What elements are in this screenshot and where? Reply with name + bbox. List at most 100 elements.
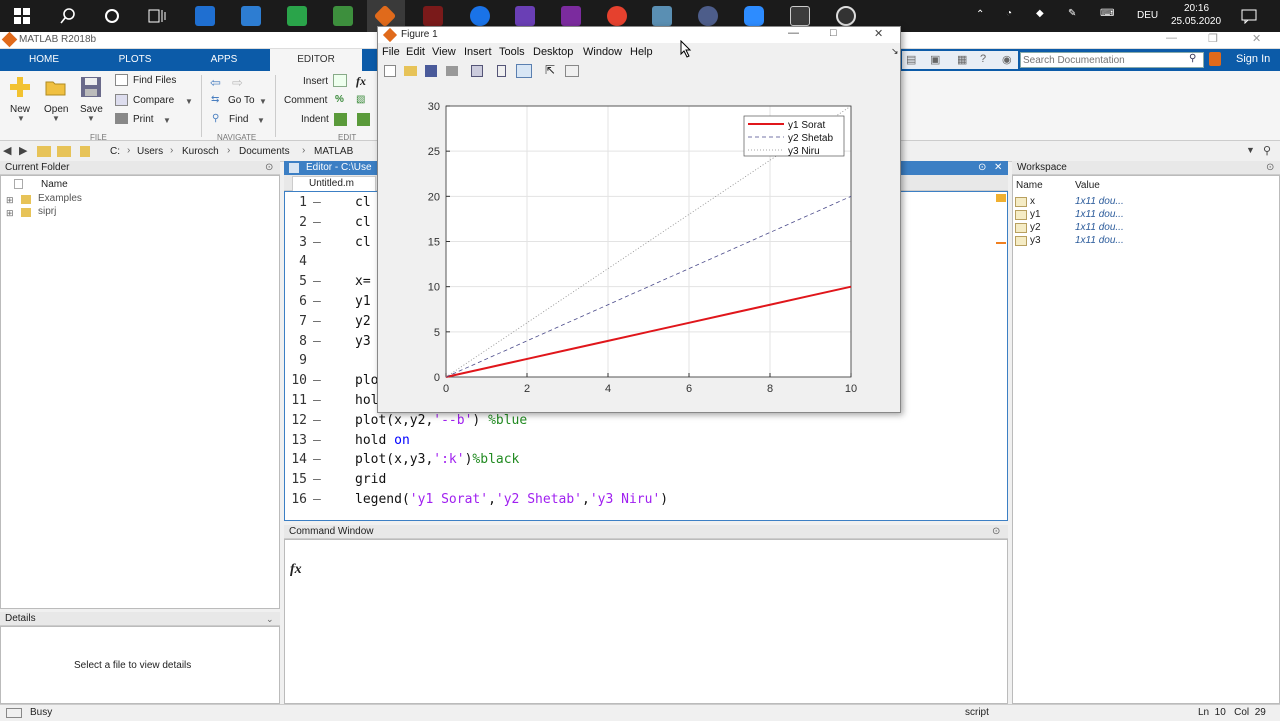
chrome-icon[interactable] [607,6,627,26]
chevron-down-icon[interactable]: ▼ [87,114,95,123]
workspace-var-name[interactable]: y3 [1030,235,1041,246]
address-segment-documents[interactable]: Documents [239,146,290,157]
open-folder-icon[interactable] [45,78,67,96]
help-icon[interactable]: ? [980,53,986,65]
onenote-icon[interactable] [561,6,581,26]
line-chart[interactable]: 0246810051015202530y1 Soraty2 Shetaby3 N… [378,85,900,412]
breakpoint-gutter[interactable]: — [313,334,323,349]
figure-menu-help[interactable]: Help [630,46,653,58]
link-plot-icon[interactable] [471,65,483,77]
code-line[interactable]: legend('y1 Sorat','y2 Shetab','y3 Niru') [355,492,668,507]
matlab-figure-icon[interactable] [423,6,443,26]
find-button[interactable]: Find [229,114,248,125]
chevron-up-icon[interactable]: ⌃ [976,9,984,20]
save-figure-icon[interactable] [425,65,437,77]
code-line[interactable]: y2 [355,314,371,329]
keyboard-icon[interactable]: ⌨ [1100,8,1114,19]
chevron-down-icon[interactable]: ▼ [163,116,171,125]
legend-toggle-icon[interactable] [516,64,532,78]
chevron-down-icon[interactable]: ▼ [185,97,193,106]
breakpoint-gutter[interactable]: — [313,195,323,210]
figure-menu-window[interactable]: Window [583,46,622,58]
code-line[interactable]: cl [355,215,371,230]
search-documentation-box[interactable]: ⚲ [1020,52,1204,68]
visual-studio-icon[interactable] [515,6,535,26]
editor-tab-untitled[interactable]: Untitled.m [292,176,376,191]
maximize-icon[interactable]: □ [830,27,837,39]
minimize-icon[interactable]: — [788,27,799,39]
colorbar-icon[interactable] [497,65,506,77]
address-segment-users[interactable]: Users [137,146,163,157]
compare-button[interactable]: Compare [133,95,174,106]
panel-menu-icon[interactable]: ⊙ [992,525,1000,539]
workspace-var-value[interactable]: 1x11 dou... [1075,235,1124,246]
edit-plot-cursor-icon[interactable]: ⇱ [545,63,555,77]
chevron-down-icon[interactable]: ▼ [17,114,25,123]
forward-arrow-icon[interactable]: ⇨ [232,75,243,91]
dock-figure-icon[interactable]: ↘ [891,46,899,57]
search-documentation-input[interactable] [1023,53,1183,67]
zoom-icon[interactable] [744,6,764,26]
windows-start-icon[interactable] [14,8,30,24]
expand-icon[interactable]: ⊞ [6,195,14,206]
indent-button[interactable]: Indent [301,114,329,125]
search-icon[interactable] [60,8,76,24]
new-figure-icon[interactable] [384,65,396,77]
fx-button[interactable]: fx [356,74,366,89]
expand-icon[interactable]: ⊞ [6,208,14,219]
save-disk-icon[interactable] [80,76,102,98]
search-icon[interactable]: ⚲ [1263,144,1271,157]
insert-button[interactable]: Insert [303,76,328,87]
warning-marker[interactable] [996,242,1006,244]
print-figure-icon[interactable] [446,66,458,76]
workspace-var-value[interactable]: 1x11 dou... [1075,209,1124,220]
up-folder-icon[interactable] [37,146,51,157]
figure-menu-tools[interactable]: Tools [499,46,525,58]
breakpoint-gutter[interactable]: — [313,492,323,507]
community-icon[interactable]: ◉ [1002,53,1012,66]
clock-date[interactable]: 25.05.2020 [1171,16,1221,27]
document-app-icon[interactable] [333,6,353,26]
spreadsheet-app-icon[interactable] [287,6,307,26]
minimize-icon[interactable]: — [1166,32,1177,44]
code-line[interactable]: plot(x,y3,':k')%black [355,452,519,467]
clock-time[interactable]: 20:16 [1184,3,1209,14]
workspace-name-column[interactable]: Name [1016,180,1043,191]
breakpoint-gutter[interactable]: — [313,274,323,289]
figure-window[interactable]: Figure 1 — □ ✕ File Edit View Insert Too… [377,26,901,413]
code-analyzer-indicator[interactable] [996,194,1006,202]
address-segment-drive[interactable]: C: [110,146,120,157]
code-line[interactable]: x= [355,274,371,289]
workspace-var-value[interactable]: 1x11 dou... [1075,222,1124,233]
breakpoint-gutter[interactable]: — [313,373,323,388]
smart-indent-icon[interactable] [357,113,370,126]
command-window[interactable]: fx [284,539,1008,704]
workspace-var-name[interactable]: y2 [1030,222,1041,233]
wifi-icon[interactable]: ◔ [1006,8,1012,19]
close-icon[interactable]: ✕ [1252,32,1261,45]
workspace-value-column[interactable]: Value [1075,180,1100,191]
sign-in-link[interactable]: Sign In [1236,53,1270,65]
goto-button[interactable]: Go To [228,95,255,106]
figure-menu-file[interactable]: File [382,46,400,58]
workspace-var-name[interactable]: x [1030,196,1035,207]
figure-menu-insert[interactable]: Insert [464,46,492,58]
cortana-icon[interactable] [104,8,120,24]
edge-browser-icon[interactable] [470,6,490,26]
breakpoint-gutter[interactable]: — [313,452,323,467]
breakpoint-gutter[interactable]: — [313,413,323,428]
breakpoint-gutter[interactable]: — [313,215,323,230]
folder-item-siprj[interactable]: siprj [38,206,56,217]
panel-menu-icon[interactable]: ⊙ [1266,161,1274,175]
input-language[interactable]: DEU [1137,10,1158,21]
code-line[interactable]: cl [355,235,371,250]
search-icon[interactable]: ⚲ [1189,53,1196,64]
print-button[interactable]: Print [133,114,154,125]
chevron-down-icon[interactable]: ▼ [1246,145,1255,155]
code-line[interactable]: hold on [355,433,410,448]
code-line[interactable]: y1 [355,294,371,309]
address-segment-matlab[interactable]: MATLAB [314,146,353,157]
panel-menu-icon[interactable]: ⊙ [265,161,273,175]
quick-copy-icon[interactable]: ▣ [930,53,940,66]
code-line[interactable]: plo [355,373,378,388]
